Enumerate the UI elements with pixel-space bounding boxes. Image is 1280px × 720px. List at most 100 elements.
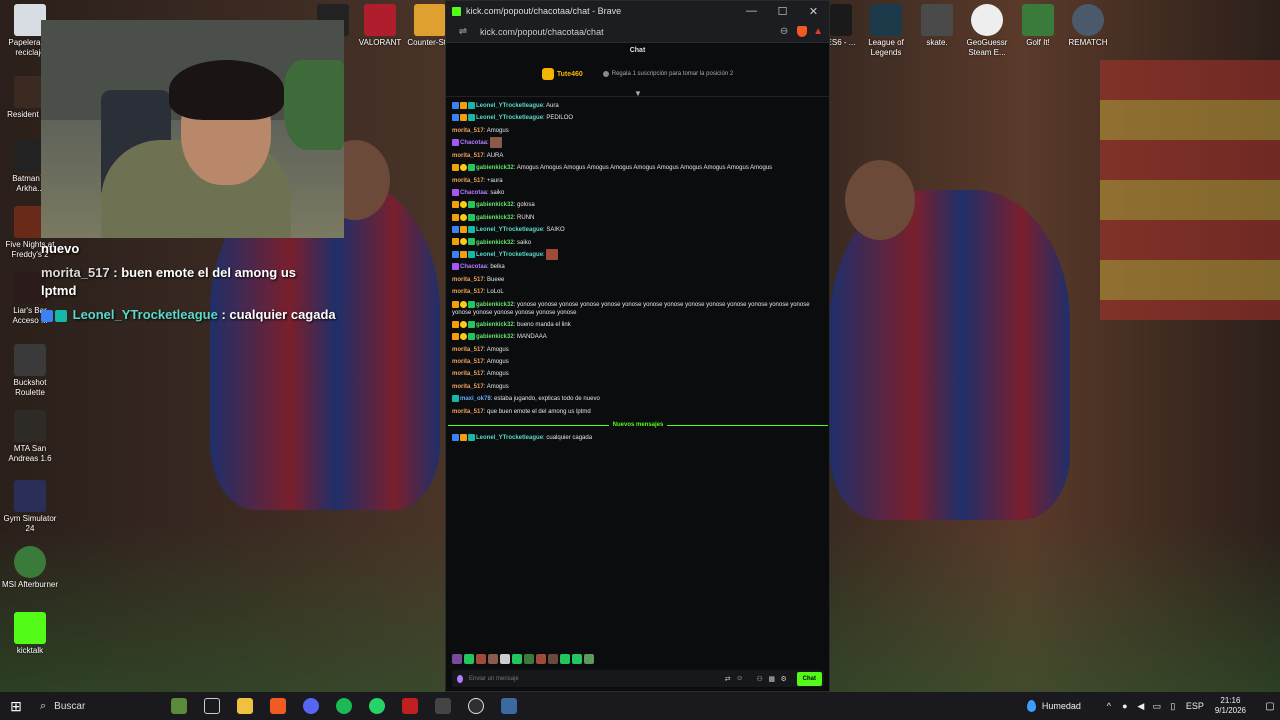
chat-username[interactable]: gabienkick32 xyxy=(476,302,514,308)
chat-username[interactable]: maxi_ok78 xyxy=(460,396,491,402)
discord-icon xyxy=(302,698,319,714)
chat-username[interactable]: Leonel_YTrocketleague xyxy=(476,115,543,121)
chat-identity-icon[interactable] xyxy=(457,674,463,683)
badge-icon xyxy=(452,300,459,308)
emote-button[interactable] xyxy=(548,654,558,664)
chat-username[interactable]: morita_517 xyxy=(452,289,484,295)
chat-username[interactable]: Chacotaa xyxy=(460,140,487,146)
emote-button[interactable] xyxy=(500,654,510,664)
chat-username[interactable]: morita_517 xyxy=(452,371,484,377)
taskbar-app-obs[interactable] xyxy=(459,692,492,720)
desktop-icon-msi-afterburner[interactable]: MSI Afterburner xyxy=(0,546,60,590)
desktop-icon-es6[interactable]: ES6 - ... xyxy=(826,4,856,48)
brave-shields-icon[interactable] xyxy=(797,26,808,37)
weather-widget[interactable]: Humedad xyxy=(1026,700,1081,712)
address-bar[interactable]: ⇌ kick.com/popout/chacotaa/chat ⊖ ▲ xyxy=(446,21,829,43)
kick-favicon-icon xyxy=(452,6,461,16)
overlay-chat-text: lptmd xyxy=(41,283,77,298)
overlay-badge-icon xyxy=(55,309,67,322)
chevron-up-icon[interactable]: ^ xyxy=(1101,701,1117,711)
taskbar-app-mix[interactable] xyxy=(426,692,459,720)
language-indicator[interactable]: ESP xyxy=(1181,701,1209,711)
emote-button[interactable] xyxy=(452,654,462,664)
taskbar-search[interactable]: ⌕ Buscar xyxy=(32,692,162,720)
chat-username[interactable]: Leonel_YTrocketleague xyxy=(476,103,543,109)
chat-username[interactable]: Chacotaa xyxy=(460,264,487,270)
taskbar-app-voicemeeter[interactable] xyxy=(393,692,426,720)
maximize-button[interactable]: ☐ xyxy=(767,5,798,18)
emote-button[interactable] xyxy=(536,654,546,664)
translate-icon[interactable]: ⇄ xyxy=(723,675,733,683)
emote-button[interactable] xyxy=(512,654,522,664)
chat-message: gabienkick32: golosa xyxy=(452,199,824,211)
desktop-icon-mta[interactable]: MTA San Andreas 1.6 xyxy=(0,410,60,464)
chat-username[interactable]: morita_517 xyxy=(452,178,484,184)
chat-username[interactable]: gabienkick32 xyxy=(476,165,514,171)
network-icon[interactable]: ▭ xyxy=(1149,701,1165,712)
badge-icon xyxy=(460,320,467,328)
pinned-username[interactable]: Tute460 xyxy=(557,71,583,78)
desktop-icon-label: ES6 - ... xyxy=(826,38,856,47)
chat-message: morita_517: Amogus xyxy=(452,368,824,380)
desktop-icon-gym-simulator[interactable]: Gym Simulator 24 xyxy=(0,480,60,534)
chat-username[interactable]: morita_517 xyxy=(452,277,484,283)
chat-username[interactable]: gabienkick32 xyxy=(476,322,514,328)
url-text[interactable]: kick.com/popout/chacotaa/chat xyxy=(480,27,773,37)
chat-username[interactable]: morita_517 xyxy=(452,384,484,390)
chat-username[interactable]: morita_517 xyxy=(452,128,484,134)
battery-icon[interactable]: ▯ xyxy=(1165,701,1181,712)
chat-text: : xyxy=(543,252,545,259)
taskbar-app-discord[interactable] xyxy=(294,692,327,720)
desktop-icon-rematch[interactable]: REMATCH xyxy=(1058,4,1118,48)
desktop-icon-label: Buckshot Roulette xyxy=(13,378,47,397)
chat-username[interactable]: Leonel_YTrocketleague xyxy=(476,252,543,258)
taskbar-app-file-explorer[interactable] xyxy=(228,692,261,720)
chat-username[interactable]: morita_517 xyxy=(452,359,484,365)
taskbar-app-task-view[interactable] xyxy=(195,692,228,720)
chat-username[interactable]: gabienkick32 xyxy=(476,215,514,221)
new-messages-divider[interactable]: Nuevos mensajes xyxy=(448,419,829,431)
minimize-button[interactable]: — xyxy=(736,5,767,18)
windows-start-icon[interactable]: ⊞ xyxy=(0,698,32,715)
chat-username[interactable]: morita_517 xyxy=(452,347,484,353)
taskbar-clock[interactable]: 21:16 9/1/2026 xyxy=(1215,696,1246,716)
emote-button[interactable] xyxy=(560,654,570,664)
microphone-icon[interactable]: ● xyxy=(1117,701,1133,711)
chat-username[interactable]: morita_517 xyxy=(452,409,484,415)
calendar-icon[interactable]: ▦ xyxy=(767,675,777,683)
gear-icon[interactable]: ⚙ xyxy=(779,675,789,683)
chat-username[interactable]: morita_517 xyxy=(452,153,484,159)
taskbar-app-brave[interactable] xyxy=(261,692,294,720)
chat-text: : Bueee xyxy=(483,276,505,283)
chat-username[interactable]: Leonel_YTrocketleague xyxy=(476,435,543,441)
taskbar-app-spotify[interactable] xyxy=(327,692,360,720)
desktop-icon-kicktalk[interactable]: kicktalk xyxy=(0,612,60,656)
chat-username[interactable]: gabienkick32 xyxy=(476,240,514,246)
close-button[interactable]: ✕ xyxy=(798,5,829,18)
desktop-icon-buckshot[interactable]: Buckshot Roulette xyxy=(0,344,60,398)
users-icon[interactable]: ⚇ xyxy=(755,675,765,683)
clock-time: 21:16 xyxy=(1220,696,1241,705)
taskbar-app-snipping[interactable] xyxy=(492,692,525,720)
emote-button[interactable] xyxy=(464,654,474,664)
chat-username[interactable]: Chacotaa xyxy=(460,190,487,196)
emote-button[interactable] xyxy=(524,654,534,664)
chat-username[interactable]: gabienkick32 xyxy=(476,334,514,340)
chat-username[interactable]: gabienkick32 xyxy=(476,202,514,208)
emote-button[interactable] xyxy=(488,654,498,664)
taskbar-app-whatsapp[interactable] xyxy=(360,692,393,720)
chat-message-input[interactable]: Enviar un mensaje xyxy=(469,676,723,682)
send-chat-button[interactable]: Chat xyxy=(796,671,822,686)
site-settings-icon[interactable]: ⇌ xyxy=(456,26,470,37)
taskbar-app-widget[interactable] xyxy=(162,692,195,720)
emote-button[interactable] xyxy=(584,654,594,664)
emoji-icon[interactable]: ☺ xyxy=(735,675,745,682)
volume-icon[interactable]: ◀ xyxy=(1133,701,1149,712)
notifications-icon[interactable]: ▢ xyxy=(1260,701,1280,712)
zoom-icon[interactable]: ⊖ xyxy=(777,26,791,37)
chat-username[interactable]: Leonel_YTrocketleague xyxy=(476,227,543,233)
brave-rewards-icon[interactable]: ▲ xyxy=(813,26,823,37)
emote-button[interactable] xyxy=(572,654,582,664)
emote-button[interactable] xyxy=(476,654,486,664)
chat-message: Leonel_YTrocketleague: SAIKO xyxy=(452,224,824,236)
